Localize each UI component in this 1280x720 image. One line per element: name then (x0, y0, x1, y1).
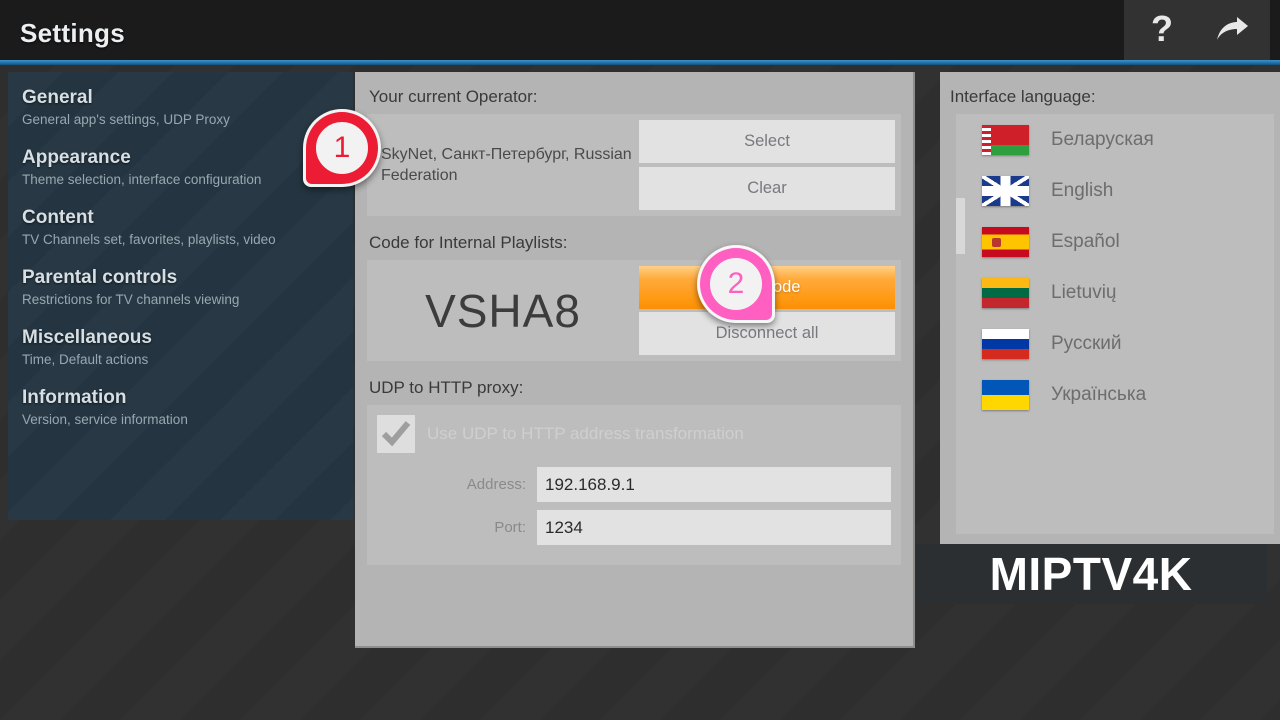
settings-screen: Settings ? General General app's setting… (0, 0, 1280, 720)
language-item-lithuanian[interactable]: Lietuvių (956, 267, 1274, 318)
callout-badge-2: 2 (697, 245, 775, 323)
udp-transform-checkbox-row[interactable]: Use UDP to HTTP address transformation (377, 415, 891, 453)
sidebar-item-parental-controls[interactable]: Parental controls Restrictions for TV ch… (22, 266, 353, 309)
callout-number: 1 (313, 119, 371, 177)
sidebar-item-title: Parental controls (22, 267, 178, 288)
sidebar-item-subtitle: Version, service information (22, 412, 188, 427)
sidebar-item-title: Content (22, 207, 94, 228)
language-section-label: Interface language: (950, 87, 1096, 106)
playlist-code-value: VSHA8 (425, 284, 581, 337)
question-mark-icon[interactable]: ? (1140, 8, 1184, 52)
sidebar-item-title: Miscellaneous (22, 327, 152, 348)
operator-value: SkyNet, Санкт-Петербург, Russian Federat… (381, 146, 632, 184)
sidebar-item-subtitle: TV Channels set, favorites, playlists, v… (22, 232, 276, 247)
udp-transform-label: Use UDP to HTTP address transformation (427, 424, 744, 443)
port-field-row: Port: (377, 510, 891, 545)
watermark: MIPTV4K (915, 544, 1267, 604)
code-value-wrap: VSHA8 (373, 266, 639, 355)
proxy-section: Use UDP to HTTP address transformation A… (367, 405, 901, 565)
address-label: Address: (466, 476, 526, 493)
language-label: Русский (1051, 332, 1122, 354)
sidebar-item-information[interactable]: Information Version, service information (22, 386, 353, 429)
page-title: Settings (20, 18, 125, 48)
callout-badge-1: 1 (303, 109, 381, 187)
flag-spain-icon (982, 226, 1029, 257)
accent-divider (0, 60, 1280, 65)
sidebar-item-title: Information (22, 387, 127, 408)
sidebar-item-content[interactable]: Content TV Channels set, favorites, play… (22, 206, 353, 249)
language-item-ukrainian[interactable]: Українська (956, 369, 1274, 420)
callout-number: 2 (707, 255, 765, 313)
language-item-spanish[interactable]: Español (956, 216, 1274, 267)
flag-lithuania-icon (982, 277, 1029, 308)
address-field-row: Address: (377, 467, 891, 502)
operator-section: SkyNet, Санкт-Петербург, Russian Federat… (367, 114, 901, 216)
interface-language-panel: Interface language: Беларуская English E… (940, 72, 1280, 544)
code-section: VSHA8 Get code Disconnect all (367, 260, 901, 361)
general-settings-panel: Your current Operator: SkyNet, Санкт-Пет… (355, 72, 915, 648)
language-label: English (1051, 179, 1114, 201)
header-icon-group: ? (1124, 0, 1270, 60)
flag-ukraine-icon (982, 379, 1029, 410)
sidebar-item-title: General (22, 87, 93, 108)
language-item-english[interactable]: English (956, 165, 1274, 216)
flag-united-kingdom-icon (982, 175, 1029, 206)
language-label: Español (1051, 230, 1120, 252)
address-input[interactable] (537, 467, 891, 502)
language-label: Беларуская (1051, 128, 1154, 150)
operator-section-label: Your current Operator: (369, 87, 538, 106)
language-list-scrollbar[interactable] (956, 198, 965, 254)
proxy-section-label: UDP to HTTP proxy: (369, 378, 524, 397)
sidebar-item-miscellaneous[interactable]: Miscellaneous Time, Default actions (22, 326, 353, 369)
language-label: Lietuvių (1051, 281, 1117, 303)
flag-russia-icon (982, 328, 1029, 359)
select-operator-button[interactable]: Select (639, 120, 895, 163)
sidebar-item-subtitle: Time, Default actions (22, 352, 149, 367)
language-item-belarusian[interactable]: Беларуская (956, 114, 1274, 165)
clear-operator-button[interactable]: Clear (639, 167, 895, 210)
settings-sidebar: General General app's settings, UDP Prox… (8, 72, 353, 520)
port-input[interactable] (537, 510, 891, 545)
header-bar: Settings ? (0, 0, 1280, 60)
operator-buttons: Select Clear (639, 120, 895, 210)
language-label: Українська (1051, 383, 1147, 405)
svg-text:?: ? (1151, 10, 1173, 49)
checkmark-icon[interactable] (377, 415, 415, 453)
language-item-russian[interactable]: Русский (956, 318, 1274, 369)
port-label: Port: (494, 519, 526, 536)
language-list: Беларуская English Español Lietuvių Русс… (956, 114, 1274, 534)
code-section-label: Code for Internal Playlists: (369, 233, 568, 252)
forward-arrow-icon[interactable] (1210, 8, 1254, 52)
sidebar-item-subtitle: Restrictions for TV channels viewing (22, 292, 240, 307)
flag-belarus-icon (982, 124, 1029, 155)
operator-value-wrap: SkyNet, Санкт-Петербург, Russian Federat… (373, 120, 639, 210)
